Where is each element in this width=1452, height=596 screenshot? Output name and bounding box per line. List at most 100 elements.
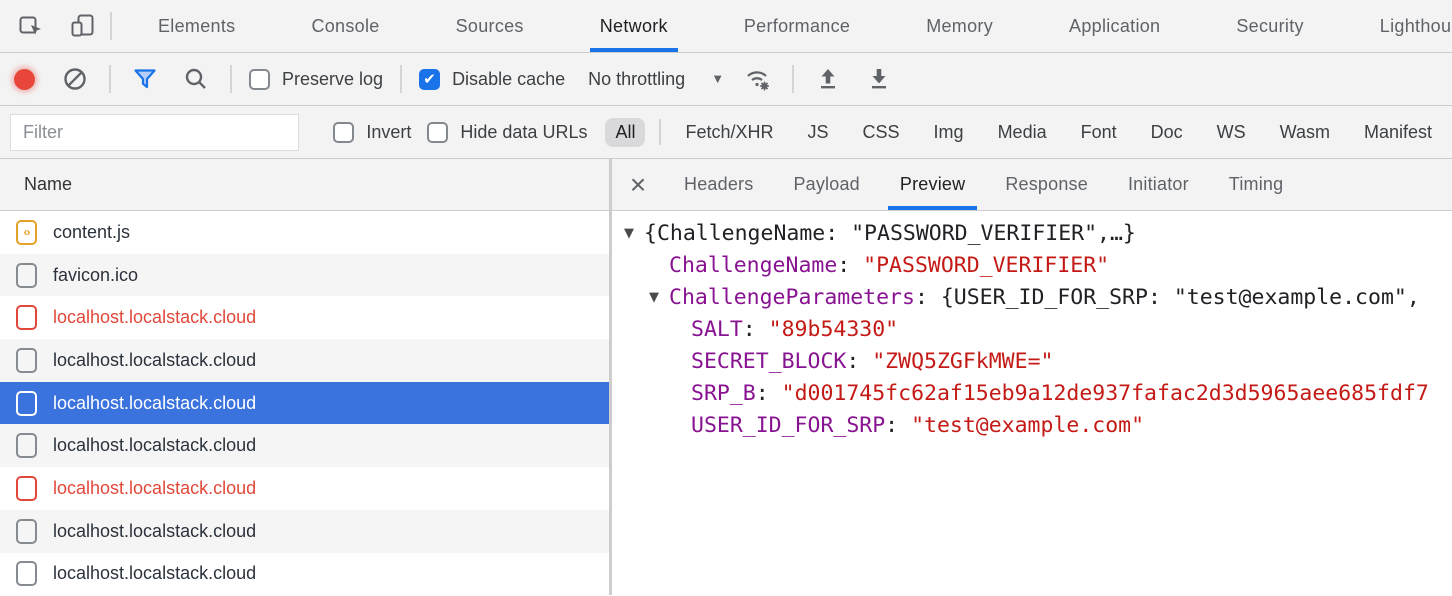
disable-cache-checkbox[interactable] — [419, 69, 440, 90]
import-har-icon[interactable] — [811, 62, 845, 96]
tab-preview[interactable]: Preview — [880, 159, 985, 210]
json-key: USER_ID_FOR_SRP — [691, 413, 885, 438]
device-toolbar-icon[interactable] — [66, 9, 100, 43]
filter-input[interactable] — [10, 114, 299, 151]
hide-data-urls-toggle[interactable]: Hide data URLs — [427, 122, 587, 143]
json-root-line: {ChallengeName: "PASSWORD_VERIFIER",…} — [612, 218, 1452, 250]
json-separator: : — [885, 413, 911, 438]
network-conditions-icon[interactable] — [741, 62, 775, 96]
json-separator: : — [837, 253, 863, 278]
document-file-icon — [16, 476, 37, 501]
export-har-icon[interactable] — [862, 62, 896, 96]
tab-elements[interactable]: Elements — [120, 0, 273, 52]
record-icon[interactable] — [14, 69, 35, 90]
type-filter-font[interactable]: Font — [1071, 118, 1127, 147]
close-icon[interactable] — [612, 159, 664, 210]
document-file-icon — [16, 391, 37, 416]
json-separator: : — [915, 285, 941, 310]
request-type-filters: All Fetch/XHR JS CSS Img Media Font Doc … — [605, 118, 1442, 147]
request-name: localhost.localstack.cloud — [53, 435, 256, 456]
json-string-value: "PASSWORD_VERIFIER" — [863, 253, 1109, 278]
invert-toggle[interactable]: Invert — [333, 122, 411, 143]
tab-payload[interactable]: Payload — [773, 159, 879, 210]
document-file-icon — [16, 263, 37, 288]
disable-cache-label: Disable cache — [452, 69, 565, 90]
type-filter-css[interactable]: CSS — [853, 118, 910, 147]
type-filter-all[interactable]: All — [605, 118, 645, 147]
table-row-selected[interactable]: localhost.localstack.cloud — [0, 382, 609, 425]
type-filter-media[interactable]: Media — [988, 118, 1057, 147]
document-file-icon — [16, 348, 37, 373]
hide-data-urls-checkbox[interactable] — [427, 122, 448, 143]
main-tab-bar: Elements Console Sources Network Perform… — [0, 0, 1452, 53]
tab-performance[interactable]: Performance — [706, 0, 888, 52]
json-separator: : — [756, 381, 782, 406]
type-filter-wasm[interactable]: Wasm — [1270, 118, 1340, 147]
divider — [659, 119, 661, 145]
tab-sources[interactable]: Sources — [418, 0, 562, 52]
table-row[interactable]: favicon.ico — [0, 254, 609, 297]
type-filter-doc[interactable]: Doc — [1141, 118, 1193, 147]
json-key: SRP_B — [691, 381, 756, 406]
json-property-line: SALT: "89b54330" — [612, 314, 1452, 346]
type-filter-ws[interactable]: WS — [1207, 118, 1256, 147]
table-row[interactable]: localhost.localstack.cloud — [0, 339, 609, 382]
tab-response[interactable]: Response — [985, 159, 1108, 210]
invert-checkbox[interactable] — [333, 122, 354, 143]
json-string-value: "ZWQ5ZGFkMWE=" — [872, 349, 1053, 374]
type-filter-fetch-xhr[interactable]: Fetch/XHR — [675, 118, 783, 147]
table-row[interactable]: localhost.localstack.cloud — [0, 424, 609, 467]
json-property-line: ChallengeName: "PASSWORD_VERIFIER" — [612, 250, 1452, 282]
json-separator: : — [846, 349, 872, 374]
json-preview-tree: {ChallengeName: "PASSWORD_VERIFIER",…} C… — [612, 211, 1452, 595]
request-name: localhost.localstack.cloud — [53, 350, 256, 371]
filter-icon[interactable] — [128, 62, 162, 96]
request-name: localhost.localstack.cloud — [53, 521, 256, 542]
collapse-arrow-icon[interactable] — [649, 290, 663, 305]
table-row[interactable]: content.js — [0, 211, 609, 254]
throttling-dropdown[interactable]: No throttling — [588, 69, 724, 90]
main-tabs: Elements Console Sources Network Perform… — [120, 0, 1452, 52]
tab-application[interactable]: Application — [1031, 0, 1198, 52]
divider — [400, 65, 402, 93]
tab-console[interactable]: Console — [273, 0, 417, 52]
json-key: SECRET_BLOCK — [691, 349, 846, 374]
name-column-header[interactable]: Name — [0, 159, 609, 211]
divider — [109, 65, 111, 93]
tab-initiator[interactable]: Initiator — [1108, 159, 1209, 210]
tab-network[interactable]: Network — [562, 0, 706, 52]
request-name: content.js — [53, 222, 130, 243]
type-filter-js[interactable]: JS — [798, 118, 839, 147]
type-filter-img[interactable]: Img — [924, 118, 974, 147]
request-name: favicon.ico — [53, 265, 138, 286]
disable-cache-toggle[interactable]: Disable cache — [419, 69, 565, 90]
json-property-line: SECRET_BLOCK: "ZWQ5ZGFkMWE=" — [612, 346, 1452, 378]
table-row[interactable]: localhost.localstack.cloud — [0, 510, 609, 553]
divider — [230, 65, 232, 93]
clear-icon[interactable] — [58, 62, 92, 96]
json-string-value: "89b54330" — [769, 317, 898, 342]
network-filter-bar: Invert Hide data URLs All Fetch/XHR JS C… — [0, 106, 1452, 159]
tab-timing[interactable]: Timing — [1209, 159, 1304, 210]
document-file-icon — [16, 433, 37, 458]
detail-tab-bar: Headers Payload Preview Response Initiat… — [612, 159, 1452, 211]
tab-security[interactable]: Security — [1198, 0, 1341, 52]
table-row[interactable]: localhost.localstack.cloud — [0, 553, 609, 596]
request-name: localhost.localstack.cloud — [53, 563, 256, 584]
json-string-value: "test@example.com" — [911, 413, 1144, 438]
tab-headers[interactable]: Headers — [664, 159, 773, 210]
preserve-log-checkbox[interactable] — [249, 69, 270, 90]
json-property-line: SRP_B: "d001745fc62af15eb9a12de937fafac2… — [612, 377, 1452, 409]
type-filter-manifest[interactable]: Manifest — [1354, 118, 1442, 147]
collapse-arrow-icon[interactable] — [624, 226, 638, 241]
table-row[interactable]: localhost.localstack.cloud — [0, 296, 609, 339]
tab-memory[interactable]: Memory — [888, 0, 1031, 52]
tab-lighthouse[interactable]: Lighthouse — [1342, 0, 1452, 52]
document-file-icon — [16, 561, 37, 586]
divider — [792, 65, 794, 93]
inspect-element-icon[interactable] — [14, 9, 48, 43]
table-row[interactable]: localhost.localstack.cloud — [0, 467, 609, 510]
search-icon[interactable] — [179, 62, 213, 96]
preserve-log-toggle[interactable]: Preserve log — [249, 69, 383, 90]
json-key: ChallengeName — [669, 253, 837, 278]
